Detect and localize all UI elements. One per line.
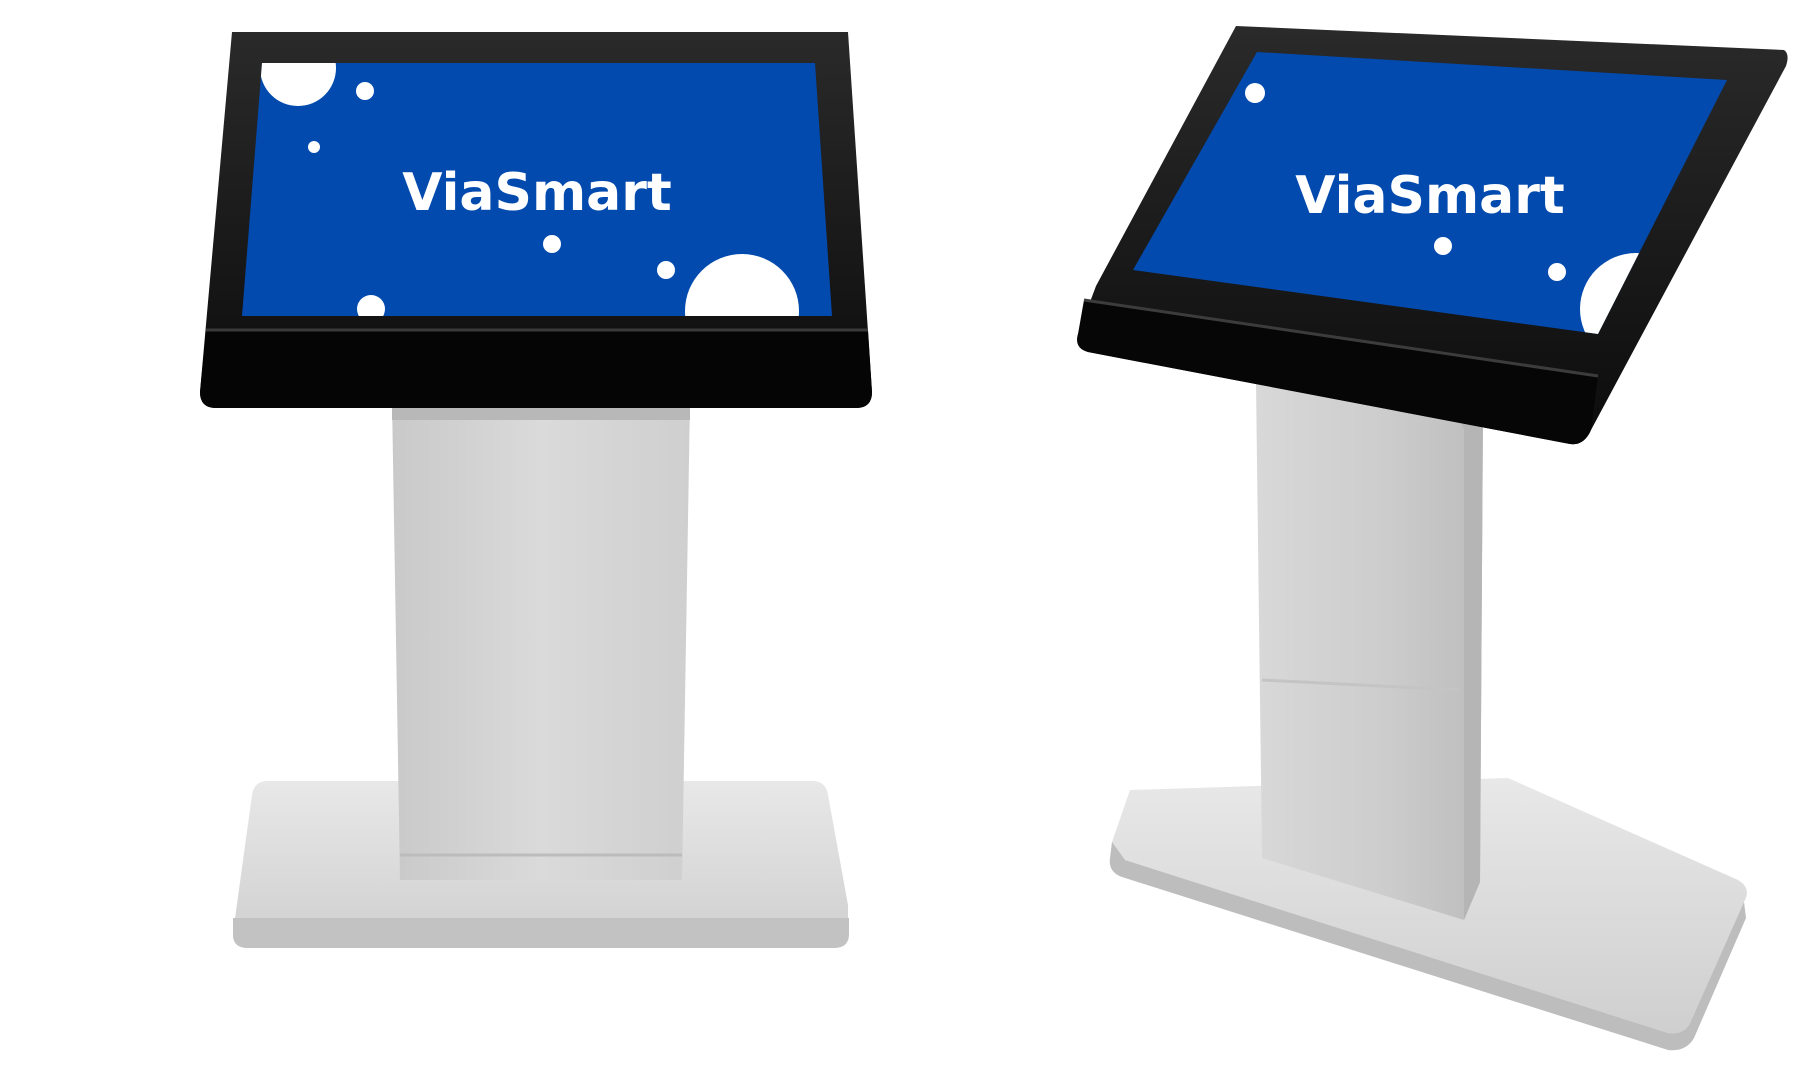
decor-dot [308, 141, 320, 153]
decor-dot [1245, 83, 1265, 103]
decor-dot [1434, 237, 1452, 255]
kiosk-pillar [392, 400, 690, 880]
screen-brand-text: ViaSmart [1295, 166, 1564, 226]
decor-dot [657, 261, 675, 279]
kiosk-pillar [1256, 382, 1483, 920]
decor-dot [356, 82, 374, 100]
decor-dot [543, 235, 561, 253]
decor-dot [1548, 263, 1566, 281]
kiosk-angled: ViaSmart [1077, 26, 1788, 1051]
screen-brand-text: ViaSmart [402, 163, 671, 223]
product-photo: ViaSmart ViaSmart [200, 26, 1788, 1051]
kiosk-front: ViaSmart [200, 32, 872, 948]
